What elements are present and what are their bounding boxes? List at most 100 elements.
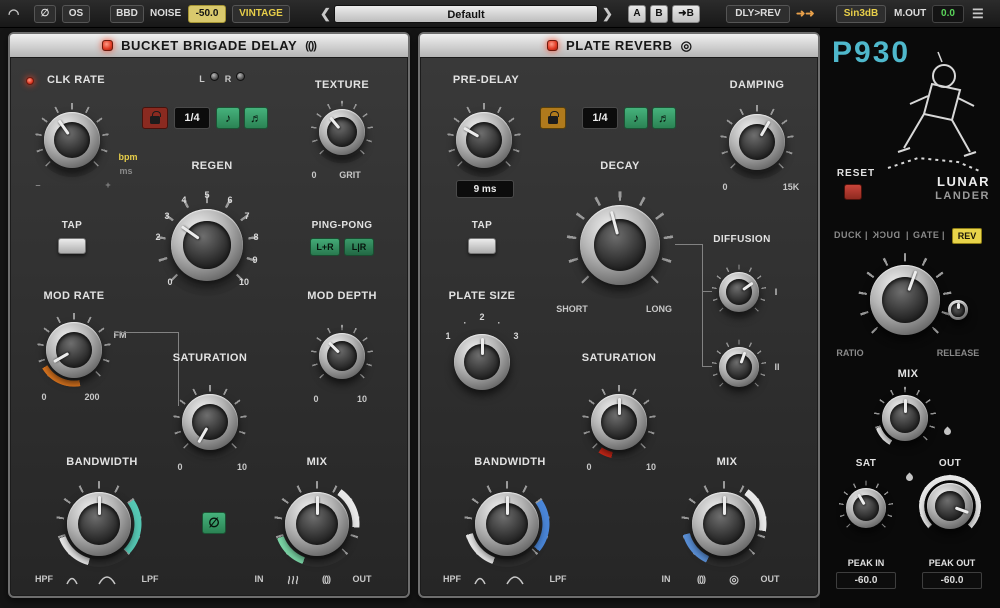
preset-prev-icon[interactable]: ❮ — [320, 4, 331, 24]
ab-b-button[interactable]: B — [650, 5, 668, 23]
preset-selector[interactable]: Default — [334, 5, 598, 23]
diffusion2-knob[interactable] — [719, 347, 759, 387]
sidebar-mix-knob-group — [873, 386, 937, 450]
delay-bandwidth-knob[interactable] — [67, 492, 131, 556]
predelay-sync-lock-button[interactable] — [540, 107, 566, 129]
reverb-power-led[interactable] — [547, 40, 558, 51]
texture-knob[interactable] — [319, 109, 365, 155]
mod-rate-max-label: 200 — [84, 392, 99, 402]
split-label: L|R — [352, 242, 367, 252]
oversample-button[interactable]: OS — [62, 5, 90, 23]
sat-label: SAT — [856, 458, 876, 469]
tap-tempo-button[interactable] — [58, 238, 86, 254]
regen-tick: 10 — [239, 277, 249, 287]
clk-sync-lock-button[interactable] — [142, 107, 168, 129]
reverb-saturation-min-label: 0 — [586, 462, 591, 472]
mod-depth-knob[interactable] — [319, 333, 365, 379]
padlock-icon — [150, 116, 160, 124]
mod-depth-min-label: 0 — [313, 394, 318, 404]
mout-value[interactable]: 0.0 — [932, 5, 964, 23]
reverb-mix-knob[interactable] — [692, 492, 756, 556]
mix-in-label: IN — [662, 574, 671, 584]
phase-button[interactable]: ∅ — [34, 5, 56, 23]
reverb-tap-button[interactable] — [468, 238, 496, 254]
pre-delay-knob-group — [446, 102, 522, 178]
gauge-icon[interactable]: ◠ — [8, 4, 19, 24]
lpf-curve-icon — [98, 572, 116, 585]
decay-min-label: SHORT — [556, 304, 588, 314]
mode-duck[interactable]: DUCK — [834, 230, 862, 240]
ms-mode-label[interactable]: ms — [119, 166, 132, 176]
routing-arrows-icon[interactable]: ➜➜ — [796, 4, 814, 24]
preset-next-icon[interactable]: ❯ — [602, 4, 613, 24]
peak-out-label: PEAK OUT — [929, 558, 976, 568]
mod-depth-knob-group — [310, 324, 374, 388]
delay-phase-button[interactable]: ∅ — [202, 512, 226, 534]
note-button[interactable]: ♪ — [216, 107, 240, 129]
peak-in-value: -60.0 — [855, 575, 878, 586]
ratio-label: RATIO — [836, 348, 863, 358]
delay-saturation-knob[interactable] — [182, 394, 238, 450]
bpm-mode-label[interactable]: bpm — [119, 152, 138, 162]
damping-knob[interactable] — [729, 114, 785, 170]
menu-icon[interactable]: ☰ — [972, 4, 984, 24]
rev-label: REV — [958, 231, 977, 241]
mod-rate-knob[interactable] — [46, 322, 102, 378]
reset-label: RESET — [837, 168, 875, 179]
mode-duck-reverse[interactable]: DUCK — [872, 230, 900, 240]
ab-copy-button[interactable]: ➜B — [672, 5, 700, 23]
clk-rate-label: CLK RATE — [47, 74, 105, 86]
pre-delay-time-display[interactable]: 9 ms — [456, 180, 514, 198]
predelay-sync-display[interactable]: 1/4 — [582, 107, 618, 129]
clk-sync-display[interactable]: 1/4 — [174, 107, 210, 129]
decay-max-label: LONG — [646, 304, 672, 314]
reverb-bandwidth-knob[interactable] — [475, 492, 539, 556]
mode-gate[interactable]: GATE — [913, 230, 939, 240]
ping-pong-sum-button[interactable]: L+R — [310, 238, 340, 256]
plate-icon: ◎ — [681, 38, 691, 54]
regen-tick: 4 — [181, 195, 186, 205]
pre-delay-knob[interactable] — [456, 112, 512, 168]
damping-min-label: 0 — [722, 182, 727, 192]
damping-max-label: 15K — [783, 182, 800, 192]
routing-button[interactable]: DLY>REV — [726, 5, 790, 23]
release-trim-knob[interactable] — [948, 300, 968, 320]
reverb-mix-label: MIX — [717, 456, 738, 468]
decay-knob[interactable] — [580, 205, 660, 285]
regen-knob[interactable] — [171, 209, 243, 281]
delay-power-led[interactable] — [102, 40, 113, 51]
mode-rev-button[interactable]: REV — [952, 228, 982, 244]
r-trim-knob[interactable] — [236, 72, 245, 81]
triplet-note-button[interactable]: ♬ — [652, 107, 676, 129]
diffusion1-knob[interactable] — [719, 272, 759, 312]
ping-pong-label: PING-PONG — [312, 220, 373, 231]
peak-in-label: PEAK IN — [848, 558, 885, 568]
clk-rate-knob[interactable] — [44, 112, 100, 168]
tap-label: TAP — [62, 220, 82, 231]
plate-size-knob[interactable] — [454, 334, 510, 390]
sidebar-mix-knob[interactable] — [882, 395, 928, 441]
regen-tick: 6 — [227, 195, 232, 205]
diffusion-label: DIFFUSION — [713, 234, 771, 245]
bbd-button[interactable]: BBD — [110, 5, 144, 23]
triplet-note-button[interactable]: ♬ — [244, 107, 268, 129]
reverb-saturation-label: SATURATION — [582, 352, 656, 364]
ratio-knob[interactable] — [870, 265, 940, 335]
ping-pong-split-button[interactable]: L|R — [344, 238, 374, 256]
plate-glyph-icon: ◎ — [729, 573, 739, 586]
noise-value[interactable]: -50.0 — [188, 5, 226, 23]
panlaw-button[interactable]: Sin3dB — [836, 5, 886, 23]
lpf-curve-icon — [506, 572, 524, 585]
hpf-label: HPF — [443, 574, 461, 584]
reverb-saturation-knob[interactable] — [591, 394, 647, 450]
sat-knob[interactable] — [846, 488, 886, 528]
out-knob[interactable] — [927, 483, 973, 529]
mod-depth-max-label: 10 — [357, 394, 367, 404]
reset-button[interactable] — [844, 184, 862, 200]
vintage-button[interactable]: VINTAGE — [232, 5, 290, 23]
delay-mix-knob[interactable] — [285, 492, 349, 556]
delay-bandwidth-knob-group — [55, 480, 143, 568]
l-trim-knob[interactable] — [210, 72, 219, 81]
ab-a-button[interactable]: A — [628, 5, 646, 23]
note-button[interactable]: ♪ — [624, 107, 648, 129]
